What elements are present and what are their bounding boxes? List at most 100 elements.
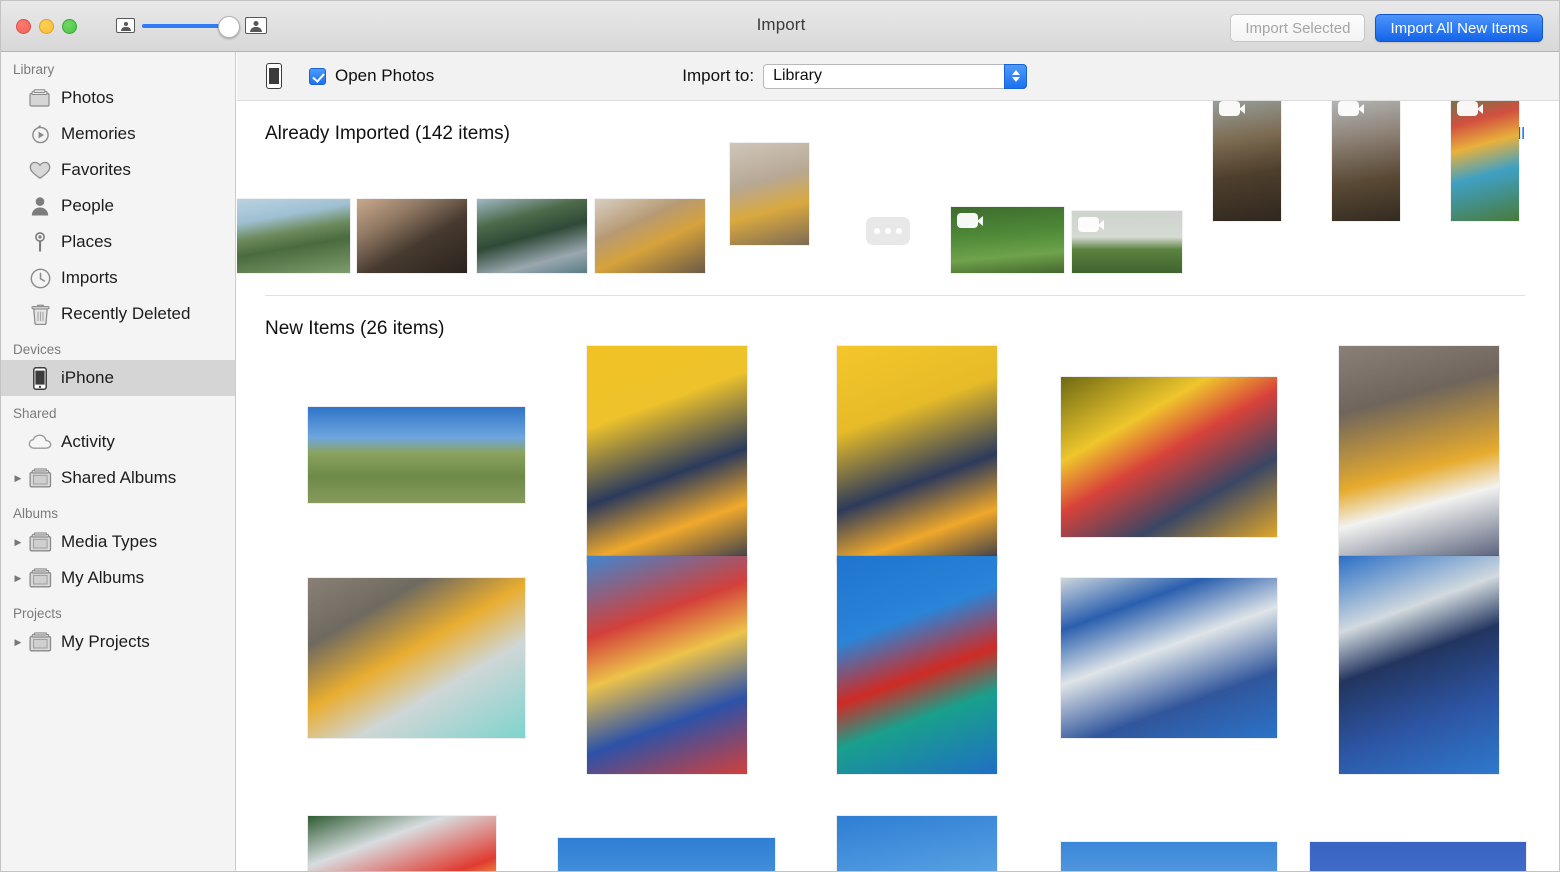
sidebar-item-label: Activity: [61, 432, 115, 452]
video-badge-icon: [1219, 101, 1240, 116]
already-imported-title: Already Imported (142 items): [265, 123, 510, 145]
sidebar[interactable]: Library▶Photos▶Memories▶Favorites▶People…: [1, 52, 236, 872]
new-item-thumbnail[interactable]: [1339, 556, 1499, 774]
open-photos-label: Open Photos: [335, 66, 434, 86]
imported-thumbnail[interactable]: [237, 199, 350, 273]
new-item-thumbnail[interactable]: [1061, 842, 1277, 872]
sidebar-item-places[interactable]: ▶Places: [1, 224, 235, 260]
sidebar-item-activity[interactable]: ▶Activity: [1, 424, 235, 460]
sidebar-item-label: Favorites: [61, 160, 131, 180]
sidebar-item-label: Memories: [61, 124, 136, 144]
video-badge-icon: [1078, 217, 1099, 232]
open-photos-checkbox[interactable]: [309, 68, 326, 85]
imported-thumbnail[interactable]: [1451, 101, 1519, 221]
imported-thumbnail[interactable]: [357, 199, 467, 273]
imported-thumbnail[interactable]: [1072, 211, 1182, 273]
sidebar-section-header-library: Library: [1, 52, 235, 80]
new-item-thumbnail[interactable]: [837, 346, 997, 564]
video-badge-icon: [1457, 101, 1478, 116]
sidebar-item-people[interactable]: ▶People: [1, 188, 235, 224]
sidebar-item-label: Imports: [61, 268, 118, 288]
chevron-updown-icon[interactable]: [1004, 64, 1027, 89]
disclosure-triangle-icon[interactable]: ▶: [11, 573, 25, 584]
new-item-thumbnail[interactable]: [587, 346, 747, 564]
video-badge-icon: [1338, 101, 1359, 116]
video-badge-icon: [957, 213, 978, 228]
sidebar-section-header-albums: Albums: [1, 496, 235, 524]
new-item-thumbnail[interactable]: [308, 816, 496, 872]
sidebar-item-label: People: [61, 196, 114, 216]
new-item-thumbnail[interactable]: [1061, 377, 1277, 537]
imported-thumbnail[interactable]: [595, 199, 705, 273]
album-icon: [25, 568, 55, 588]
sidebar-item-label: Places: [61, 232, 112, 252]
content-scroll-area[interactable]: Already Imported (142 items) Show All Ne…: [237, 101, 1560, 872]
iphone-icon: [25, 367, 55, 390]
disclosure-triangle-icon[interactable]: ▶: [11, 473, 25, 484]
new-item-thumbnail[interactable]: [587, 556, 747, 774]
new-item-thumbnail[interactable]: [1061, 578, 1277, 738]
disclosure-triangle-icon[interactable]: ▶: [11, 637, 25, 648]
disclosure-triangle-icon[interactable]: ▶: [11, 537, 25, 548]
overflow-ellipsis-badge[interactable]: [866, 217, 910, 245]
sidebar-item-label: Media Types: [61, 532, 157, 552]
sidebar-item-label: My Projects: [61, 632, 150, 652]
new-items-header: New Items (26 items): [237, 296, 1560, 340]
sidebar-item-recently-deleted[interactable]: ▶Recently Deleted: [1, 296, 235, 332]
new-item-thumbnail[interactable]: [558, 838, 775, 872]
import-to-label: Import to:: [682, 66, 754, 86]
heart-icon: [25, 161, 55, 180]
sidebar-item-memories[interactable]: ▶Memories: [1, 116, 235, 152]
new-items-row: [237, 578, 1560, 816]
new-item-thumbnail[interactable]: [837, 556, 997, 774]
new-item-thumbnail[interactable]: [308, 407, 525, 503]
import-window: Import Import Selected Import All New It…: [0, 0, 1560, 872]
title-bar: Import Import Selected Import All New It…: [1, 1, 1560, 52]
sidebar-item-my-projects[interactable]: ▶ My Projects: [1, 624, 235, 660]
import-all-new-items-button[interactable]: Import All New Items: [1375, 14, 1543, 42]
sidebar-item-label: iPhone: [61, 368, 114, 388]
sidebar-section-header-projects: Projects: [1, 596, 235, 624]
album-icon: [25, 632, 55, 652]
new-item-thumbnail[interactable]: [1310, 842, 1526, 872]
import-to-select[interactable]: Library: [763, 64, 1027, 89]
photos-icon: [25, 89, 55, 107]
album-icon: [25, 532, 55, 552]
options-bar: Open Photos Import to: Library: [237, 52, 1560, 101]
sidebar-item-iphone[interactable]: ▶iPhone: [1, 360, 235, 396]
imported-thumbnail[interactable]: [477, 199, 587, 273]
already-imported-strip[interactable]: [237, 163, 1560, 273]
imported-thumbnail[interactable]: [730, 143, 809, 245]
cloud-icon: [25, 434, 55, 450]
trash-icon: [25, 304, 55, 325]
sidebar-section-header-devices: Devices: [1, 332, 235, 360]
new-items-row: [237, 816, 1560, 872]
album-icon: [25, 468, 55, 488]
imported-thumbnail[interactable]: [1213, 101, 1281, 221]
new-item-thumbnail[interactable]: [1339, 346, 1499, 564]
new-items-row: [237, 340, 1560, 578]
main-content: Open Photos Import to: Library Already I…: [237, 52, 1560, 872]
new-items-grid[interactable]: [237, 340, 1560, 872]
sidebar-item-label: Photos: [61, 88, 114, 108]
person-icon: [25, 196, 55, 216]
sidebar-item-photos[interactable]: ▶Photos: [1, 80, 235, 116]
sidebar-item-shared-albums[interactable]: ▶ Shared Albums: [1, 460, 235, 496]
sidebar-item-my-albums[interactable]: ▶My Albums: [1, 560, 235, 596]
sidebar-section-header-shared: Shared: [1, 396, 235, 424]
iphone-icon: [266, 63, 282, 89]
sidebar-item-label: Recently Deleted: [61, 304, 190, 324]
clock-icon: [25, 268, 55, 289]
import-to-value: Library: [773, 67, 822, 85]
import-selected-button[interactable]: Import Selected: [1230, 14, 1365, 42]
sidebar-item-imports[interactable]: ▶Imports: [1, 260, 235, 296]
sidebar-item-label: Shared Albums: [61, 468, 176, 488]
sidebar-item-favorites[interactable]: ▶Favorites: [1, 152, 235, 188]
new-item-thumbnail[interactable]: [308, 578, 525, 738]
new-item-thumbnail[interactable]: [837, 816, 997, 872]
memories-icon: [25, 124, 55, 145]
toolbar-buttons: Import Selected Import All New Items: [1230, 14, 1543, 42]
imported-thumbnail[interactable]: [951, 207, 1064, 273]
sidebar-item-media-types[interactable]: ▶ Media Types: [1, 524, 235, 560]
imported-thumbnail[interactable]: [1332, 101, 1400, 221]
